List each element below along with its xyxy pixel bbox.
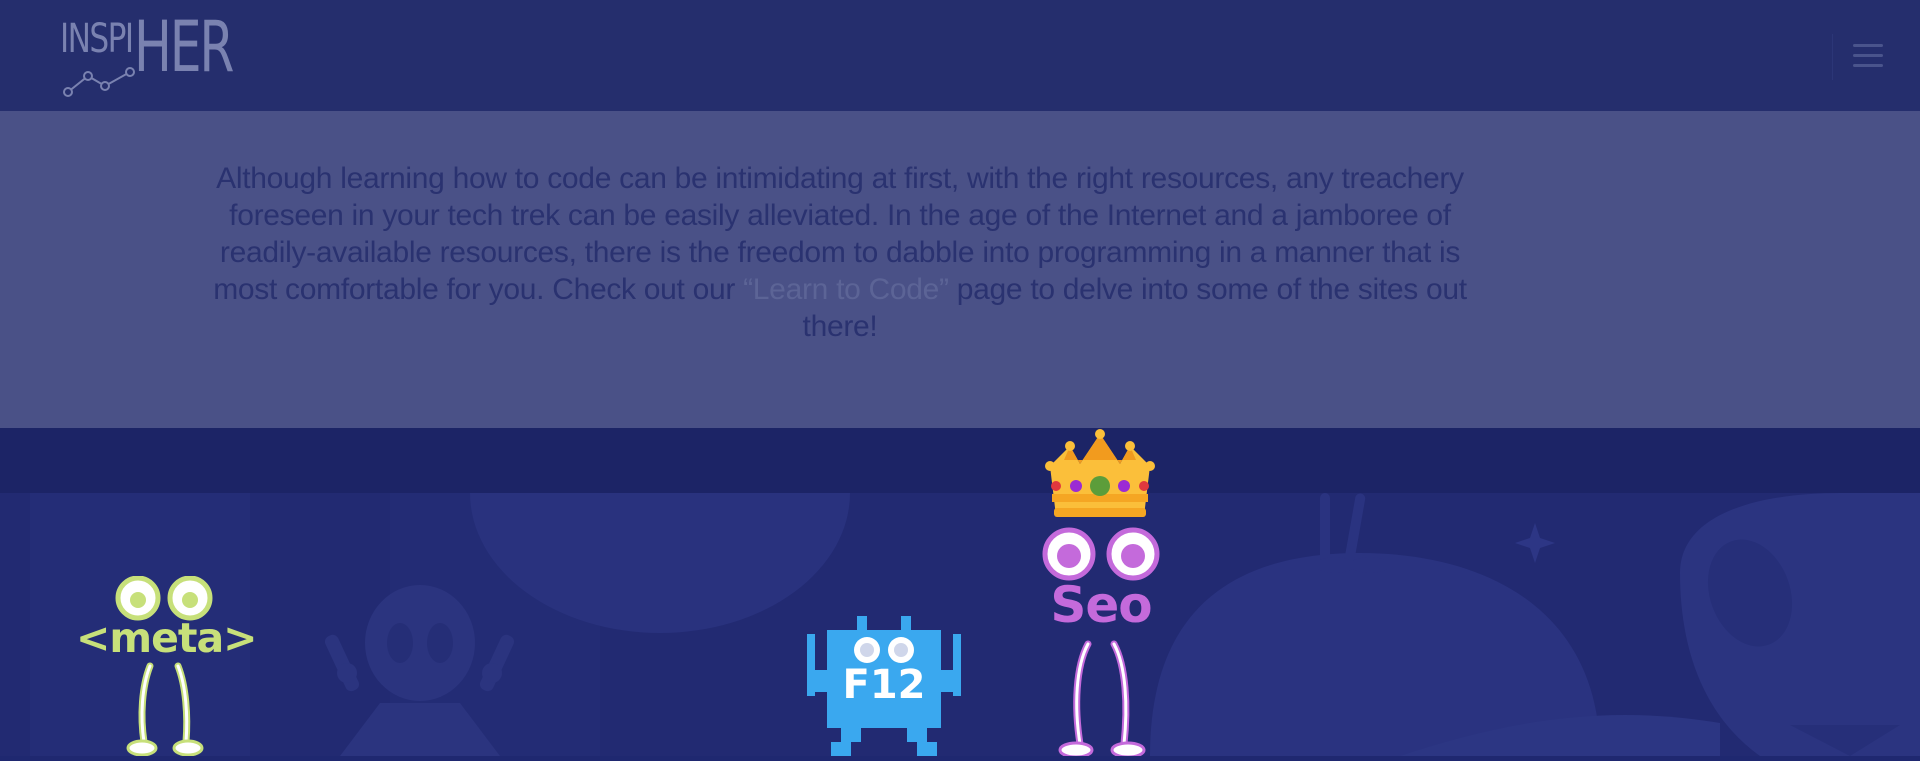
hamburger-menu-icon[interactable]: [1832, 34, 1902, 80]
site-header: INSPI HER: [0, 0, 1920, 111]
f12-mascot: F12: [805, 616, 963, 756]
inspiher-logo[interactable]: INSPI HER: [60, 6, 240, 97]
seo-mascot: Seo: [1036, 426, 1166, 759]
stage-divider: [0, 428, 1920, 493]
meta-mascot: <meta>: [76, 575, 258, 757]
meta-mascot-eyes-legs-icon: [115, 575, 213, 757]
intro-paragraph: Although learning how to code can be int…: [190, 160, 1490, 345]
logo-chart-line-icon: [63, 67, 135, 97]
seo-label: Seo: [1050, 576, 1152, 634]
mascot-stage: <meta> F12 Seo: [0, 426, 1920, 759]
f12-label: F12: [842, 662, 926, 708]
meta-label: <meta>: [76, 614, 258, 662]
logo-text-bold: HER: [134, 6, 234, 88]
logo-text-light: INSPI: [60, 16, 134, 62]
learn-to-code-link[interactable]: “Learn to Code”: [743, 273, 949, 306]
